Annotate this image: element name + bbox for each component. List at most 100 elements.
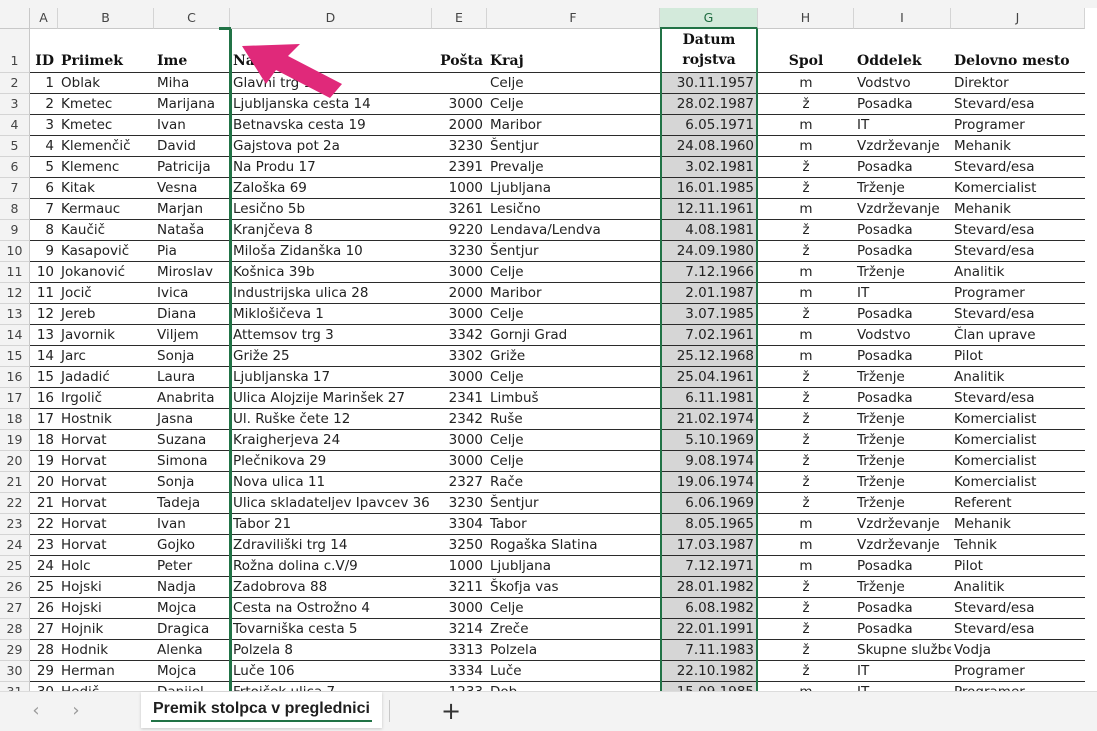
cell-id[interactable]: 26 bbox=[30, 598, 58, 619]
cell-posta[interactable]: 2000 bbox=[432, 115, 487, 136]
cell-delovno-mesto[interactable]: Stevard/esa bbox=[951, 220, 1085, 241]
cell-delovno-mesto[interactable]: Komercialist bbox=[951, 178, 1085, 199]
cell-datum[interactable]: 28.02.1987 bbox=[660, 94, 758, 115]
cell-naslov[interactable]: Zadobrova 88 bbox=[230, 577, 432, 598]
cell-posta[interactable]: 3000 bbox=[432, 598, 487, 619]
cell-kraj[interactable]: Rogaška Slatina bbox=[487, 535, 660, 556]
cell-delovno-mesto[interactable]: Tehnik bbox=[951, 535, 1085, 556]
cell-id[interactable]: 23 bbox=[30, 535, 58, 556]
cell-id[interactable]: 19 bbox=[30, 451, 58, 472]
cell-naslov[interactable]: Glavni trg 12 bbox=[230, 73, 432, 94]
cell-oddelek[interactable]: Vzdrževanje bbox=[854, 514, 951, 535]
row-header[interactable]: 9 bbox=[0, 220, 30, 241]
cell-kraj[interactable]: Rače bbox=[487, 472, 660, 493]
cell-ime[interactable]: Simona bbox=[154, 451, 230, 472]
cell-datum[interactable]: 25.04.1961 bbox=[660, 367, 758, 388]
cell-kraj[interactable]: Škofja vas bbox=[487, 577, 660, 598]
cell-spol[interactable]: ž bbox=[758, 430, 854, 451]
cell-posta[interactable]: 3302 bbox=[432, 346, 487, 367]
cell-delovno-mesto[interactable]: Član uprave bbox=[951, 325, 1085, 346]
cell-posta[interactable]: 3000 bbox=[432, 304, 487, 325]
cell-kraj[interactable]: Tabor bbox=[487, 514, 660, 535]
cell-id[interactable]: 4 bbox=[30, 136, 58, 157]
cell-spol[interactable]: m bbox=[758, 346, 854, 367]
cell-priimek[interactable]: Horvat bbox=[58, 451, 154, 472]
cell-id[interactable]: 5 bbox=[30, 157, 58, 178]
cell-ime[interactable]: Peter bbox=[154, 556, 230, 577]
column-header-e[interactable]: E bbox=[432, 8, 487, 29]
cell-naslov[interactable]: Na Produ 17 bbox=[230, 157, 432, 178]
spreadsheet-grid[interactable]: ABCDEFGHIJ 1 2 3 4 5 6 7 8 9 10 11 12 13 14 15 16 17 18 19… bbox=[0, 0, 1097, 691]
cell-naslov[interactable]: Cesta na Ostrožno 4 bbox=[230, 598, 432, 619]
cell-kraj[interactable]: Polzela bbox=[487, 640, 660, 661]
header-id[interactable]: ID bbox=[30, 29, 58, 73]
cell-oddelek[interactable]: IT bbox=[854, 283, 951, 304]
cell-ime[interactable]: Mojca bbox=[154, 661, 230, 682]
cell-priimek[interactable]: Horvat bbox=[58, 430, 154, 451]
header-priimek[interactable]: Priimek bbox=[58, 29, 154, 73]
row-header[interactable]: 11 bbox=[0, 262, 30, 283]
cell-spol[interactable]: m bbox=[758, 556, 854, 577]
row-header[interactable]: 17 bbox=[0, 388, 30, 409]
cell-ime[interactable]: Gojko bbox=[154, 535, 230, 556]
cell-posta[interactable]: 3304 bbox=[432, 514, 487, 535]
cell-oddelek[interactable]: Vodstvo bbox=[854, 325, 951, 346]
cell-datum[interactable]: 6.11.1981 bbox=[660, 388, 758, 409]
cell-posta[interactable]: 3211 bbox=[432, 577, 487, 598]
row-header[interactable]: 14 bbox=[0, 325, 30, 346]
cell-id[interactable]: 10 bbox=[30, 262, 58, 283]
cell-ime[interactable]: Anabrita bbox=[154, 388, 230, 409]
cell-ime[interactable]: Marjan bbox=[154, 199, 230, 220]
cell-ime[interactable]: Marijana bbox=[154, 94, 230, 115]
cell-oddelek[interactable]: Posadka bbox=[854, 598, 951, 619]
cell-oddelek[interactable]: Vzdrževanje bbox=[854, 136, 951, 157]
cell-ime[interactable]: Jasna bbox=[154, 409, 230, 430]
cell-naslov[interactable]: Kranjčeva 8 bbox=[230, 220, 432, 241]
cell-datum[interactable]: 4.08.1981 bbox=[660, 220, 758, 241]
cell-datum[interactable]: 6.05.1971 bbox=[660, 115, 758, 136]
cell-spol[interactable]: m bbox=[758, 115, 854, 136]
column-header-f[interactable]: F bbox=[487, 8, 660, 29]
cell-naslov[interactable]: Plečnikova 29 bbox=[230, 451, 432, 472]
cell-kraj[interactable]: Celje bbox=[487, 430, 660, 451]
cell-oddelek[interactable]: Posadka bbox=[854, 388, 951, 409]
cell-priimek[interactable]: Hedič bbox=[58, 682, 154, 691]
cell-priimek[interactable]: Jereb bbox=[58, 304, 154, 325]
cell-posta[interactable]: 3230 bbox=[432, 136, 487, 157]
cell-naslov[interactable]: Tovarniška cesta 5 bbox=[230, 619, 432, 640]
cell-posta[interactable]: 3000 bbox=[432, 451, 487, 472]
cell-datum[interactable]: 28.01.1982 bbox=[660, 577, 758, 598]
row-header[interactable]: 13 bbox=[0, 304, 30, 325]
row-header[interactable]: 5 bbox=[0, 136, 30, 157]
column-header-j[interactable]: J bbox=[951, 8, 1085, 29]
cell-kraj[interactable]: Griže bbox=[487, 346, 660, 367]
cell-priimek[interactable]: Hostnik bbox=[58, 409, 154, 430]
cell-oddelek[interactable]: Trženje bbox=[854, 577, 951, 598]
row-header[interactable]: 27 bbox=[0, 598, 30, 619]
cell-ime[interactable]: Laura bbox=[154, 367, 230, 388]
cell-oddelek[interactable]: Trženje bbox=[854, 493, 951, 514]
row-header[interactable]: 26 bbox=[0, 577, 30, 598]
next-sheet-chevron-icon[interactable]: › bbox=[64, 700, 88, 724]
cell-spol[interactable]: m bbox=[758, 514, 854, 535]
cell-priimek[interactable]: Hojski bbox=[58, 598, 154, 619]
cell-spol[interactable]: ž bbox=[758, 388, 854, 409]
row-header[interactable]: 3 bbox=[0, 94, 30, 115]
cell-naslov[interactable]: Lesično 5b bbox=[230, 199, 432, 220]
cell-oddelek[interactable]: Vzdrževanje bbox=[854, 199, 951, 220]
cell-naslov[interactable]: Nova ulica 11 bbox=[230, 472, 432, 493]
cell-kraj[interactable]: Luče bbox=[487, 661, 660, 682]
cell-posta[interactable]: 3000 bbox=[432, 367, 487, 388]
cell-oddelek[interactable]: Trženje bbox=[854, 430, 951, 451]
cell-naslov[interactable]: Griže 25 bbox=[230, 346, 432, 367]
row-header[interactable]: 18 bbox=[0, 409, 30, 430]
cell-id[interactable]: 18 bbox=[30, 430, 58, 451]
column-header-g[interactable]: G bbox=[660, 8, 758, 29]
cell-ime[interactable]: Nadja bbox=[154, 577, 230, 598]
cell-posta[interactable]: 3000 bbox=[432, 430, 487, 451]
select-all-corner[interactable] bbox=[0, 8, 30, 29]
cell-kraj[interactable]: Prevalje bbox=[487, 157, 660, 178]
cell-priimek[interactable]: Javornik bbox=[58, 325, 154, 346]
cell-posta[interactable]: 3000 bbox=[432, 94, 487, 115]
cell-spol[interactable]: m bbox=[758, 682, 854, 691]
